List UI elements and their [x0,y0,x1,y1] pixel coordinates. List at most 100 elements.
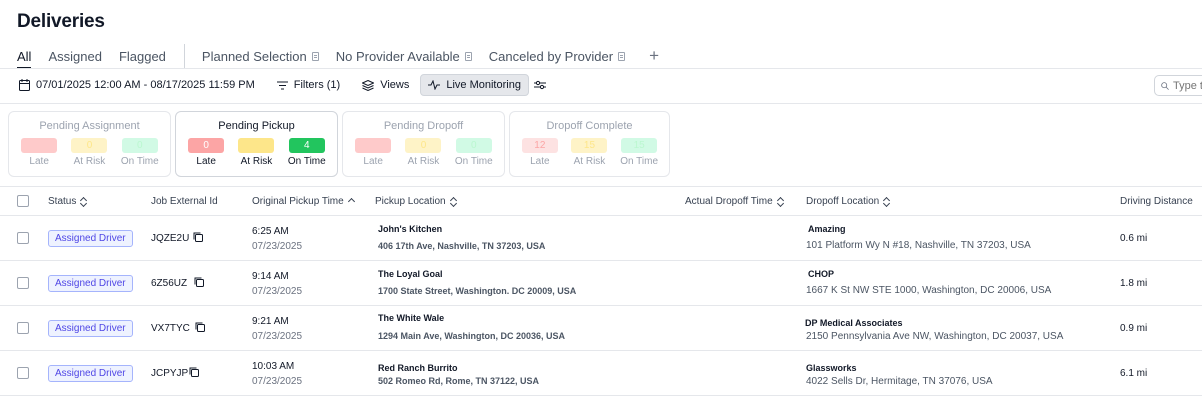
dropoff-address: 2150 Pennsylvania Ave NW, Washington, DC… [806,331,1064,342]
pickup-date: 07/23/2025 [252,286,303,297]
row-checkbox[interactable] [17,277,29,289]
select-all-checkbox[interactable] [17,195,29,207]
table-row[interactable]: Assigned Driver JCPYJP 10:03 AM 07/23/20… [0,351,1202,396]
status-summary-cards: Pending Assignment 0 Late 0 At Risk 0 On Ti… [8,111,674,177]
add-tab-button[interactable]: + [649,46,659,66]
table-header: Status Job External Id Original Pickup T… [0,187,1202,216]
row-checkbox[interactable] [17,367,29,379]
column-label: Dropoff Location [806,196,880,207]
at-risk-count: 15 [571,138,608,153]
column-header-pickup-time[interactable]: Original Pickup Time [252,196,355,207]
pickup-name: John's Kitchen [378,224,443,234]
card-pending-dropoff[interactable]: Pending Dropoff 0 Late 0 At Risk 0 On Time [342,111,505,177]
status-badge: Assigned Driver [48,320,133,337]
filters-button[interactable]: Filters (1) [272,74,345,96]
table-row[interactable]: Assigned Driver 6Z56UZ 9:14 AM 07/23/202… [0,261,1202,306]
table-row[interactable]: Assigned Driver VX7TYC 9:21 AM 07/23/202… [0,306,1202,351]
column-header-status[interactable]: Status [48,196,87,207]
metric-late[interactable]: 0 Late [184,138,228,167]
metric-at-risk[interactable]: 0 At Risk [234,138,278,167]
column-label: Original Pickup Time [252,196,344,207]
search-icon [1161,81,1169,90]
status-badge: Assigned Driver [48,275,133,292]
metric-label: Late [29,156,49,167]
metric-on-time[interactable]: 0 On Time [452,138,496,167]
late-count: 0 [21,138,58,153]
metric-late[interactable]: 0 Late [17,138,61,167]
search-input[interactable] [1173,79,1202,92]
filters-label: Filters (1) [293,79,341,91]
driving-distance: 6.1 mi [1120,368,1148,379]
live-monitoring-toggle[interactable]: Live Monitoring [420,74,529,96]
tab-divider [183,44,185,68]
status-badge: Assigned Driver [48,230,133,247]
tab-no-provider-available[interactable]: No Provider Available [336,49,472,64]
column-header-actual-dropoff-time[interactable]: Actual Dropoff Time [685,196,784,207]
metric-label: Late [530,156,550,167]
metric-label: Late [363,156,383,167]
column-header-job-id[interactable]: Job External Id [151,196,218,207]
metric-on-time[interactable]: 4 On Time [285,138,329,167]
settings-sliders-button[interactable] [529,74,551,96]
pickup-date: 07/23/2025 [252,376,303,387]
column-header-pickup-location[interactable]: Pickup Location [375,196,457,207]
tab-label: Planned Selection [201,48,307,64]
metric-at-risk[interactable]: 0 At Risk [67,138,111,167]
table-row[interactable]: Assigned Driver JQZE2U 6:25 AM 07/23/202… [0,216,1202,261]
column-header-driving-distance[interactable]: Driving Distance [1120,196,1193,207]
tab-all[interactable]: All [17,48,32,69]
tab-flagged[interactable]: Flagged [119,49,166,64]
sort-icon [81,197,87,206]
card-dropoff-complete[interactable]: Dropoff Complete 12 Late 15 At Risk 15 On T… [509,111,670,177]
dropoff-name: DP Medical Associates [805,318,903,328]
pickup-time: 10:03 AM [252,361,295,372]
metric-late[interactable]: 0 Late [351,138,395,167]
copy-icon[interactable] [194,321,207,334]
status-badge: Assigned Driver [48,365,133,382]
copy-icon[interactable] [193,276,206,289]
job-id: 6Z56UZ [151,278,188,289]
metric-on-time[interactable]: 15 On Time [617,138,661,167]
layers-icon [362,79,375,91]
pickup-address: 406 17th Ave, Nashville, TN 37203, USA [378,241,546,251]
column-header-dropoff-location[interactable]: Dropoff Location [806,196,890,207]
search-box[interactable] [1154,75,1202,96]
column-label: Job External Id [151,196,218,207]
metric-label: On Time [120,156,159,167]
metric-on-time[interactable]: 0 On Time [118,138,162,167]
dropoff-address: 1667 K St NW STE 1000, Washington, DC 20… [806,285,1052,296]
metric-at-risk[interactable]: 0 At Risk [401,138,445,167]
copy-icon[interactable] [192,231,205,244]
pickup-name: The White Wale [378,313,445,323]
card-pending-assignment[interactable]: Pending Assignment 0 Late 0 At Risk 0 On Ti… [8,111,171,177]
card-pending-pickup[interactable]: Pending Pickup 0 Late 0 At Risk 4 On Time [175,111,338,177]
dropoff-name: Amazing [808,224,846,234]
tab-planned-selection[interactable]: Planned Selection [202,49,319,64]
row-checkbox[interactable] [17,232,29,244]
views-button[interactable]: Views [357,74,414,96]
card-title: Dropoff Complete [546,120,633,132]
driving-distance: 0.9 mi [1120,323,1148,334]
late-count: 12 [521,138,558,153]
dropoff-address: 4022 Sells Dr, Hermitage, TN 37076, USA [806,376,993,387]
driving-distance: 1.8 mi [1120,278,1148,289]
tab-label: All [17,48,32,64]
toolbar-divider [0,103,1202,104]
metric-at-risk[interactable]: 15 At Risk [567,138,611,167]
filter-icon [276,81,288,89]
date-range-picker[interactable]: 07/01/2025 12:00 AM - 08/17/2025 11:59 P… [14,74,260,96]
on-time-count: 0 [121,138,158,153]
dropoff-name: CHOP [808,269,835,279]
column-label: Actual Dropoff Time [685,196,773,207]
row-checkbox[interactable] [17,322,29,334]
job-id: JQZE2U [151,233,190,244]
copy-icon[interactable] [188,366,201,379]
card-title: Pending Pickup [218,120,295,132]
activity-icon [428,80,441,90]
live-monitoring-label: Live Monitoring [446,79,521,91]
column-label: Status [48,196,77,207]
tab-assigned[interactable]: Assigned [48,49,101,64]
card-title: Pending Dropoff [383,120,464,132]
metric-late[interactable]: 12 Late [518,138,562,167]
tab-canceled-by-provider[interactable]: Canceled by Provider [489,49,626,64]
